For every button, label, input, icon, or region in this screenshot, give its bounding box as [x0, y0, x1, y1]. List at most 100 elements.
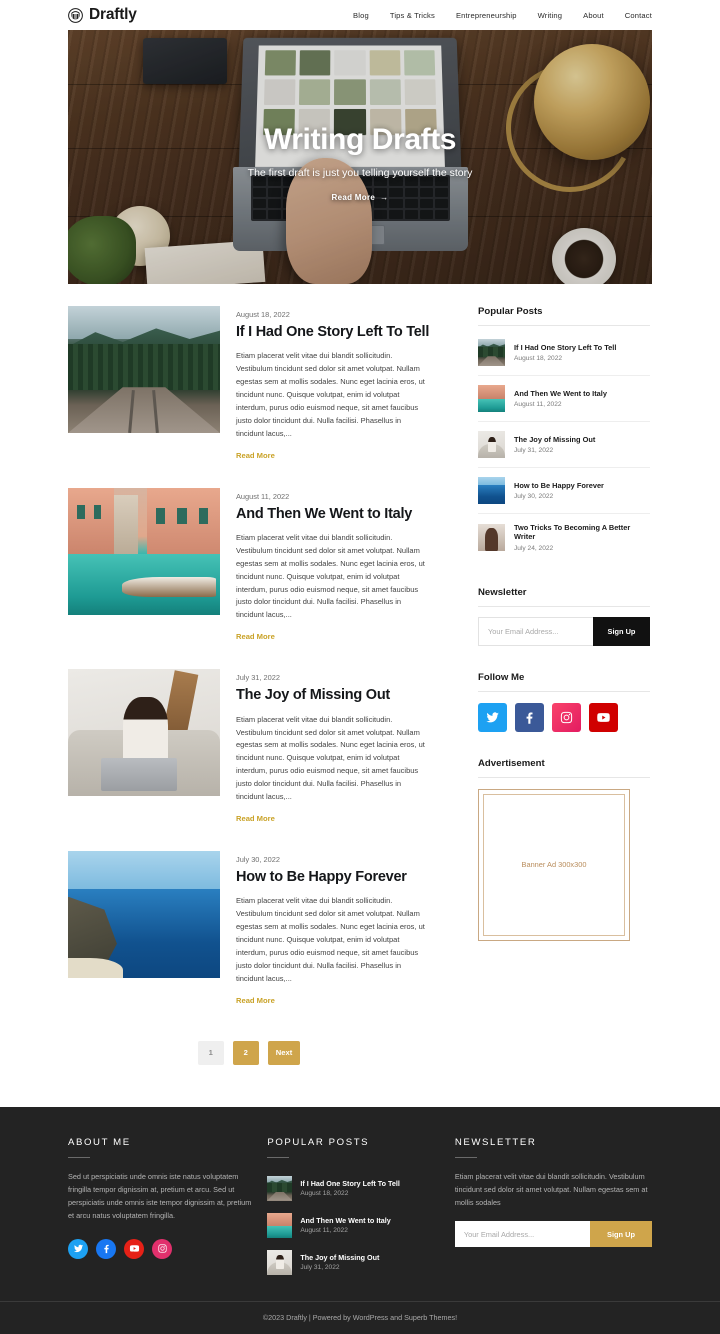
- popular-post-title: Two Tricks To Becoming A Better Writer: [514, 523, 631, 542]
- nav-item-contact[interactable]: Contact: [625, 11, 652, 20]
- popular-post-item[interactable]: And Then We Went to Italy August 11, 202…: [478, 376, 650, 422]
- popular-post-title: If I Had One Story Left To Tell: [514, 342, 617, 352]
- post-read-more-link[interactable]: Read More: [236, 451, 430, 460]
- hero-read-more-button[interactable]: Read More →: [332, 193, 389, 202]
- youtube-icon[interactable]: [589, 702, 618, 732]
- popular-post-date: August 11, 2022: [514, 401, 562, 409]
- hero-banner[interactable]: Writing Drafts The first draft is just y…: [68, 30, 652, 284]
- post-thumbnail-venice[interactable]: [68, 487, 220, 615]
- widget-title: Follow Me: [478, 672, 650, 692]
- main-nav: Blog Tips & Tricks Entrepreneurship Writ…: [353, 11, 652, 20]
- post-read-more-link[interactable]: Read More: [236, 632, 430, 641]
- footer-popular-item[interactable]: And Then We Went to Italy August 11, 202…: [267, 1207, 443, 1244]
- footer-popular-post-title: If I Had One Story Left To Tell: [300, 1179, 400, 1188]
- instagram-icon[interactable]: [552, 702, 581, 732]
- nav-item-tips-tricks[interactable]: Tips & Tricks: [390, 11, 435, 20]
- footer-newsletter-title: NEWSLETTER: [454, 1136, 537, 1148]
- newsletter-signup-button[interactable]: Sign Up: [593, 616, 650, 646]
- youtube-icon[interactable]: [124, 1238, 144, 1259]
- ad-banner[interactable]: Banner Ad 300x300: [478, 788, 630, 941]
- pagination-next[interactable]: Next: [267, 1040, 301, 1065]
- post-title[interactable]: The Joy of Missing Out: [236, 687, 430, 704]
- footer-popular-post-date: July 31, 2022: [300, 1264, 340, 1271]
- post-excerpt: Etiam placerat velit vitae dui blandit s…: [236, 351, 425, 438]
- popular-post-date: July 24, 2022: [514, 544, 554, 552]
- popular-post-thumbnail: [478, 339, 505, 366]
- facebook-icon[interactable]: [96, 1238, 116, 1259]
- nav-item-blog[interactable]: Blog: [353, 11, 369, 20]
- popular-post-item[interactable]: If I Had One Story Left To Tell August 1…: [478, 330, 650, 376]
- post-read-more-link[interactable]: Read More: [236, 814, 430, 823]
- post-excerpt: Etiam placerat velit vitae dui blandit s…: [236, 533, 425, 620]
- newsletter-email-input[interactable]: [478, 616, 593, 646]
- nav-item-writing[interactable]: Writing: [538, 11, 563, 20]
- popular-post-date: July 31, 2022: [514, 447, 554, 455]
- popular-post-item[interactable]: The Joy of Missing Out July 31, 2022: [478, 422, 650, 468]
- widget-popular-posts: Popular Posts If I Had One Story Left To…: [478, 306, 650, 561]
- popular-post-item[interactable]: Two Tricks To Becoming A Better Writer J…: [478, 514, 650, 561]
- post-excerpt: Etiam placerat velit vitae dui blandit s…: [236, 896, 425, 983]
- post-thumbnail-woman-laptop[interactable]: [68, 669, 220, 797]
- post-thumbnail-railway[interactable]: [68, 306, 220, 433]
- footer-newsletter-text: Etiam placerat velit vitae dui blandit s…: [454, 1171, 648, 1208]
- footer-about-column: ABOUT ME Sed ut perspiciatis unde omnis …: [68, 1137, 255, 1281]
- instagram-icon[interactable]: [152, 1238, 172, 1259]
- post-item: July 31, 2022 The Joy of Missing Out Eti…: [68, 669, 430, 823]
- post-title[interactable]: How to Be Happy Forever: [236, 869, 430, 886]
- social-links: [478, 702, 650, 732]
- footer-about-text: Sed ut perspiciatis unde omnis iste natu…: [68, 1171, 252, 1221]
- post-read-more-link[interactable]: Read More: [236, 996, 430, 1005]
- post-item: July 30, 2022 How to Be Happy Forever Et…: [68, 850, 430, 1005]
- content-wrapper: August 18, 2022 If I Had One Story Left …: [0, 284, 720, 1091]
- newsletter-form: Sign Up: [478, 616, 650, 646]
- footer-popular-item[interactable]: If I Had One Story Left To Tell August 1…: [267, 1170, 443, 1207]
- pagination-page-1[interactable]: 1: [197, 1040, 224, 1065]
- popular-post-date: August 18, 2022: [514, 355, 563, 363]
- popular-post-item[interactable]: How to Be Happy Forever July 30, 2022: [478, 468, 650, 514]
- post-title[interactable]: If I Had One Story Left To Tell: [236, 324, 430, 341]
- post-date: August 18, 2022: [236, 310, 290, 319]
- footer-popular-thumbnail: [267, 1175, 293, 1201]
- footer-popular-column: POPULAR POSTS If I Had One Story Left To…: [267, 1137, 443, 1281]
- footer-popular-item[interactable]: The Joy of Missing Out July 31, 2022: [267, 1244, 443, 1281]
- footer-newsletter-signup-button[interactable]: Sign Up: [590, 1221, 653, 1248]
- popular-post-date: July 30, 2022: [514, 493, 554, 501]
- post-thumbnail-coast[interactable]: [68, 850, 220, 978]
- pagination: 1 2 Next: [68, 1033, 430, 1091]
- site-header: Draftly Blog Tips & Tricks Entrepreneurs…: [0, 0, 720, 30]
- footer-popular-post-date: August 11, 2022: [300, 1227, 348, 1234]
- twitter-icon[interactable]: [68, 1238, 88, 1259]
- footer-popular-post-title: And Then We Went to Italy: [300, 1216, 391, 1225]
- widget-follow-me: Follow Me: [478, 672, 650, 732]
- post-title[interactable]: And Then We Went to Italy: [236, 506, 430, 523]
- nav-item-entrepreneurship[interactable]: Entrepreneurship: [456, 11, 517, 20]
- footer-popular-thumbnail: [267, 1212, 293, 1238]
- copyright-bar: ©2023 Draftly | Powered by WordPress and…: [0, 1300, 720, 1334]
- post-date: August 11, 2022: [236, 491, 290, 501]
- widget-title: Newsletter: [478, 587, 650, 607]
- divider: [454, 1156, 477, 1158]
- pagination-page-2[interactable]: 2: [232, 1040, 259, 1065]
- site-footer: ABOUT ME Sed ut perspiciatis unde omnis …: [0, 1106, 720, 1301]
- footer-popular-title: POPULAR POSTS: [267, 1136, 370, 1148]
- footer-newsletter-email-input[interactable]: [454, 1221, 591, 1248]
- hero-subtitle: The first draft is just you telling your…: [247, 167, 473, 179]
- footer-newsletter-column: NEWSLETTER Etiam placerat velit vitae du…: [454, 1136, 653, 1281]
- post-date: July 31, 2022: [236, 673, 280, 683]
- widget-title: Popular Posts: [478, 306, 650, 326]
- popular-post-thumbnail: [478, 523, 505, 551]
- popular-post-title: How to Be Happy Forever: [514, 480, 604, 490]
- widget-title: Advertisement: [478, 758, 650, 778]
- popular-post-thumbnail: [478, 431, 505, 458]
- site-logo[interactable]: Draftly: [68, 6, 137, 24]
- post-excerpt: Etiam placerat velit vitae dui blandit s…: [236, 714, 425, 801]
- shell-crown-circle-icon: [68, 7, 83, 23]
- facebook-icon[interactable]: [515, 702, 544, 732]
- post-item: August 18, 2022 If I Had One Story Left …: [68, 306, 430, 460]
- popular-post-thumbnail: [478, 385, 505, 412]
- sidebar: Popular Posts If I Had One Story Left To…: [478, 306, 650, 967]
- twitter-icon[interactable]: [478, 702, 507, 732]
- hero-content: Writing Drafts The first draft is just y…: [68, 123, 652, 205]
- brand-name: Draftly: [89, 6, 137, 23]
- nav-item-about[interactable]: About: [583, 11, 604, 20]
